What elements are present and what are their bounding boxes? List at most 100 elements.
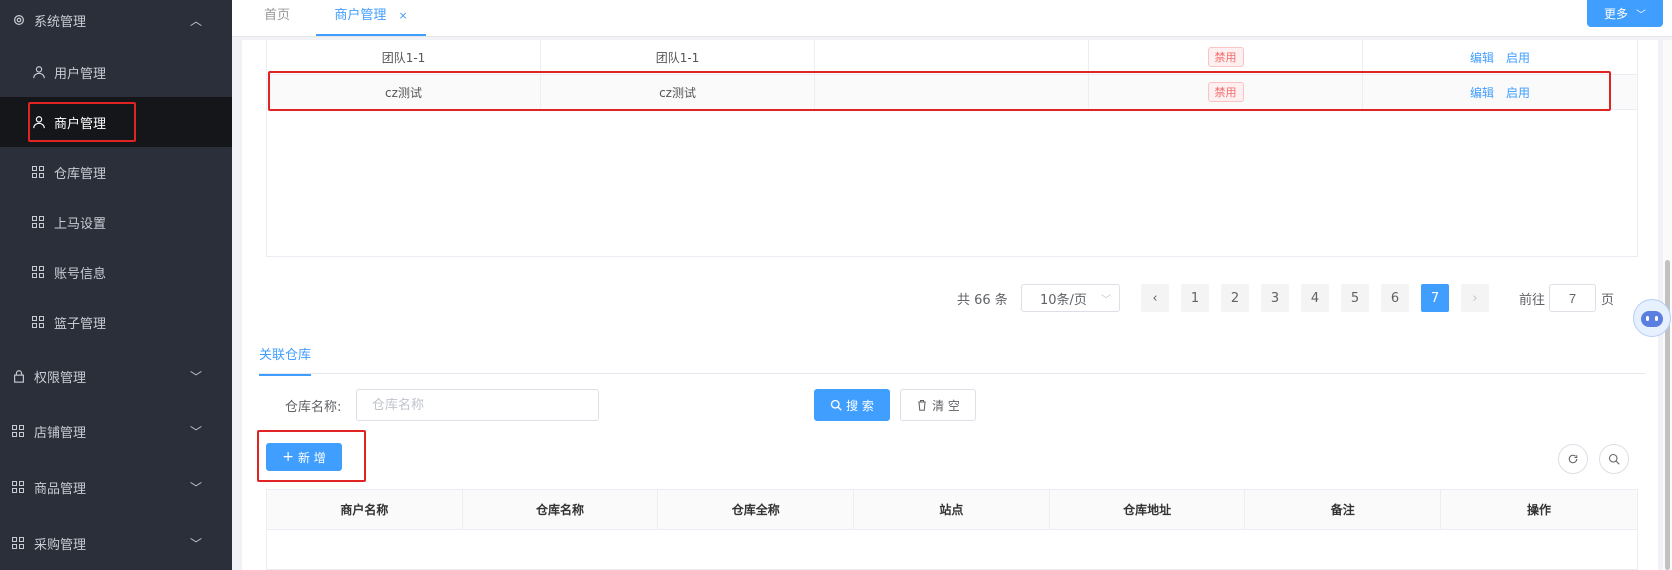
tab-related-warehouse[interactable]: 关联仓库 xyxy=(259,344,312,376)
cell-actions: 编辑 启用 xyxy=(1363,75,1637,109)
chevron-left-icon: ‹ xyxy=(1152,290,1158,306)
status-badge: 禁用 xyxy=(1207,47,1244,67)
refresh-icon xyxy=(1568,454,1578,464)
grid-icon xyxy=(32,316,44,328)
menu-group-label: 商品管理 xyxy=(34,481,87,497)
trash-icon xyxy=(918,399,926,411)
search-button[interactable]: 搜 索 xyxy=(814,389,890,421)
robot-icon xyxy=(1641,311,1663,327)
search-toggle-button[interactable] xyxy=(1599,444,1629,474)
cell-fullname: 团队1-1 xyxy=(541,40,816,74)
page-button-current[interactable]: 7 xyxy=(1421,284,1449,312)
goto-prefix: 前往 xyxy=(1519,292,1546,308)
sidebar-item-basket[interactable]: 篮子管理 xyxy=(32,297,232,347)
sidebar-item-label: 篮子管理 xyxy=(54,316,107,332)
sidebar-item-merchants[interactable]: 商户管理 xyxy=(32,97,232,147)
pager-total: 共 66 条 xyxy=(957,292,1008,308)
menu-shop[interactable]: 店铺管理 ﹀ xyxy=(12,411,232,451)
cell-actions: 编辑 启用 xyxy=(1363,40,1637,74)
tab-label: 商户管理 xyxy=(334,8,387,23)
column-header: 备注 xyxy=(1245,490,1442,529)
column-header: 仓库地址 xyxy=(1050,490,1246,529)
page-button[interactable]: 5 xyxy=(1341,284,1369,312)
merchant-table: 团队1-1 团队1-1 禁用 编辑 启用 cz测试 cz测试 禁用 编辑 启用 xyxy=(266,40,1638,257)
sidebar: 系统管理 ︿ 用户管理 商户管理 仓库管理 上马设置 账号信息 篮子管理 权限管… xyxy=(0,0,232,570)
table-row[interactable]: cz测试 cz测试 禁用 编辑 启用 xyxy=(267,75,1637,110)
warehouse-name-input[interactable] xyxy=(356,389,599,421)
more-button[interactable]: 更多 ﹀ xyxy=(1587,0,1663,27)
column-header: 仓库名称 xyxy=(463,490,659,529)
warehouse-table: 商户名称 仓库名称 仓库全称 站点 仓库地址 备注 操作 xyxy=(266,489,1638,570)
menu-purchase[interactable]: 采购管理 ﹀ xyxy=(12,523,232,563)
cell-name: 团队1-1 xyxy=(267,40,542,74)
goto-page-input[interactable] xyxy=(1549,284,1596,312)
tab-home[interactable]: 首页 xyxy=(264,0,290,34)
tab-bar: 首页 商户管理 × xyxy=(232,0,1672,37)
gear-icon xyxy=(14,15,24,25)
page-button[interactable]: 4 xyxy=(1301,284,1329,312)
warehouse-name-label: 仓库名称: xyxy=(285,400,342,415)
menu-system-label: 系统管理 xyxy=(34,14,87,30)
sidebar-item-warehouse[interactable]: 仓库管理 xyxy=(32,147,232,197)
add-button-label: 新 增 xyxy=(297,450,326,465)
table-row[interactable]: 团队1-1 团队1-1 禁用 编辑 启用 xyxy=(267,40,1637,75)
page-button[interactable]: 3 xyxy=(1261,284,1289,312)
sidebar-item-account[interactable]: 账号信息 xyxy=(32,247,232,297)
cell-fullname: cz测试 xyxy=(541,75,816,109)
grid-icon xyxy=(32,166,44,178)
grid-icon xyxy=(12,537,24,549)
prev-page-button[interactable]: ‹ xyxy=(1141,284,1169,312)
cell-empty xyxy=(815,75,1090,109)
sidebar-item-label: 用户管理 xyxy=(54,66,107,82)
sidebar-item-users[interactable]: 用户管理 xyxy=(32,47,232,97)
edit-link[interactable]: 编辑 xyxy=(1470,84,1494,101)
add-button[interactable]: + 新 增 xyxy=(266,443,342,471)
divider xyxy=(259,373,1645,374)
enable-link[interactable]: 启用 xyxy=(1506,49,1530,66)
clear-button-label: 清 空 xyxy=(932,398,960,413)
column-header: 仓库全称 xyxy=(658,490,855,529)
assistant-bot-button[interactable] xyxy=(1633,299,1671,337)
tab-merchants[interactable]: 商户管理 × xyxy=(316,0,426,36)
menu-system[interactable]: 系统管理 ︿ xyxy=(12,0,232,40)
sidebar-item-label: 账号信息 xyxy=(54,266,107,282)
chevron-right-icon: › xyxy=(1472,290,1478,306)
search-icon xyxy=(1608,453,1620,465)
plus-icon: + xyxy=(282,449,294,465)
page-button[interactable]: 6 xyxy=(1381,284,1409,312)
refresh-button[interactable] xyxy=(1558,444,1588,474)
goto-suffix: 页 xyxy=(1601,292,1615,308)
sidebar-item-label: 商户管理 xyxy=(54,116,107,132)
page-button[interactable]: 1 xyxy=(1181,284,1209,312)
table-header: 商户名称 仓库名称 仓库全称 站点 仓库地址 备注 操作 xyxy=(267,490,1637,530)
chevron-up-icon: ︿ xyxy=(189,13,202,28)
chevron-down-icon: ﹀ xyxy=(189,424,202,439)
cell-status: 禁用 xyxy=(1089,75,1364,109)
next-page-button[interactable]: › xyxy=(1461,284,1489,312)
merchant-icon xyxy=(33,116,45,129)
column-header: 商户名称 xyxy=(267,490,463,529)
close-icon[interactable]: × xyxy=(398,9,407,22)
column-header: 操作 xyxy=(1526,503,1551,517)
chevron-down-icon: ﹀ xyxy=(189,369,202,384)
sidebar-item-label: 上马设置 xyxy=(54,216,107,232)
cell-empty xyxy=(815,40,1090,74)
grid-icon xyxy=(32,216,44,228)
menu-permission[interactable]: 权限管理 ﹀ xyxy=(12,356,232,396)
search-button-label: 搜 索 xyxy=(846,398,874,413)
enable-link[interactable]: 启用 xyxy=(1506,84,1530,101)
menu-goods[interactable]: 商品管理 ﹀ xyxy=(12,467,232,507)
status-badge: 禁用 xyxy=(1207,82,1244,102)
clear-button[interactable]: 清 空 xyxy=(900,389,976,421)
edit-link[interactable]: 编辑 xyxy=(1470,49,1494,66)
page-size-select[interactable]: 10条/页 ﹀ xyxy=(1021,284,1120,312)
more-label: 更多 xyxy=(1603,7,1628,21)
page-button[interactable]: 2 xyxy=(1221,284,1249,312)
page-size-value: 10条/页 xyxy=(1040,292,1087,308)
user-icon xyxy=(33,66,45,79)
grid-icon xyxy=(12,425,24,437)
cell-status: 禁用 xyxy=(1089,40,1364,74)
sidebar-item-shangma[interactable]: 上马设置 xyxy=(32,197,232,247)
sidebar-item-label: 仓库管理 xyxy=(54,166,107,182)
column-header: 站点 xyxy=(854,490,1050,529)
